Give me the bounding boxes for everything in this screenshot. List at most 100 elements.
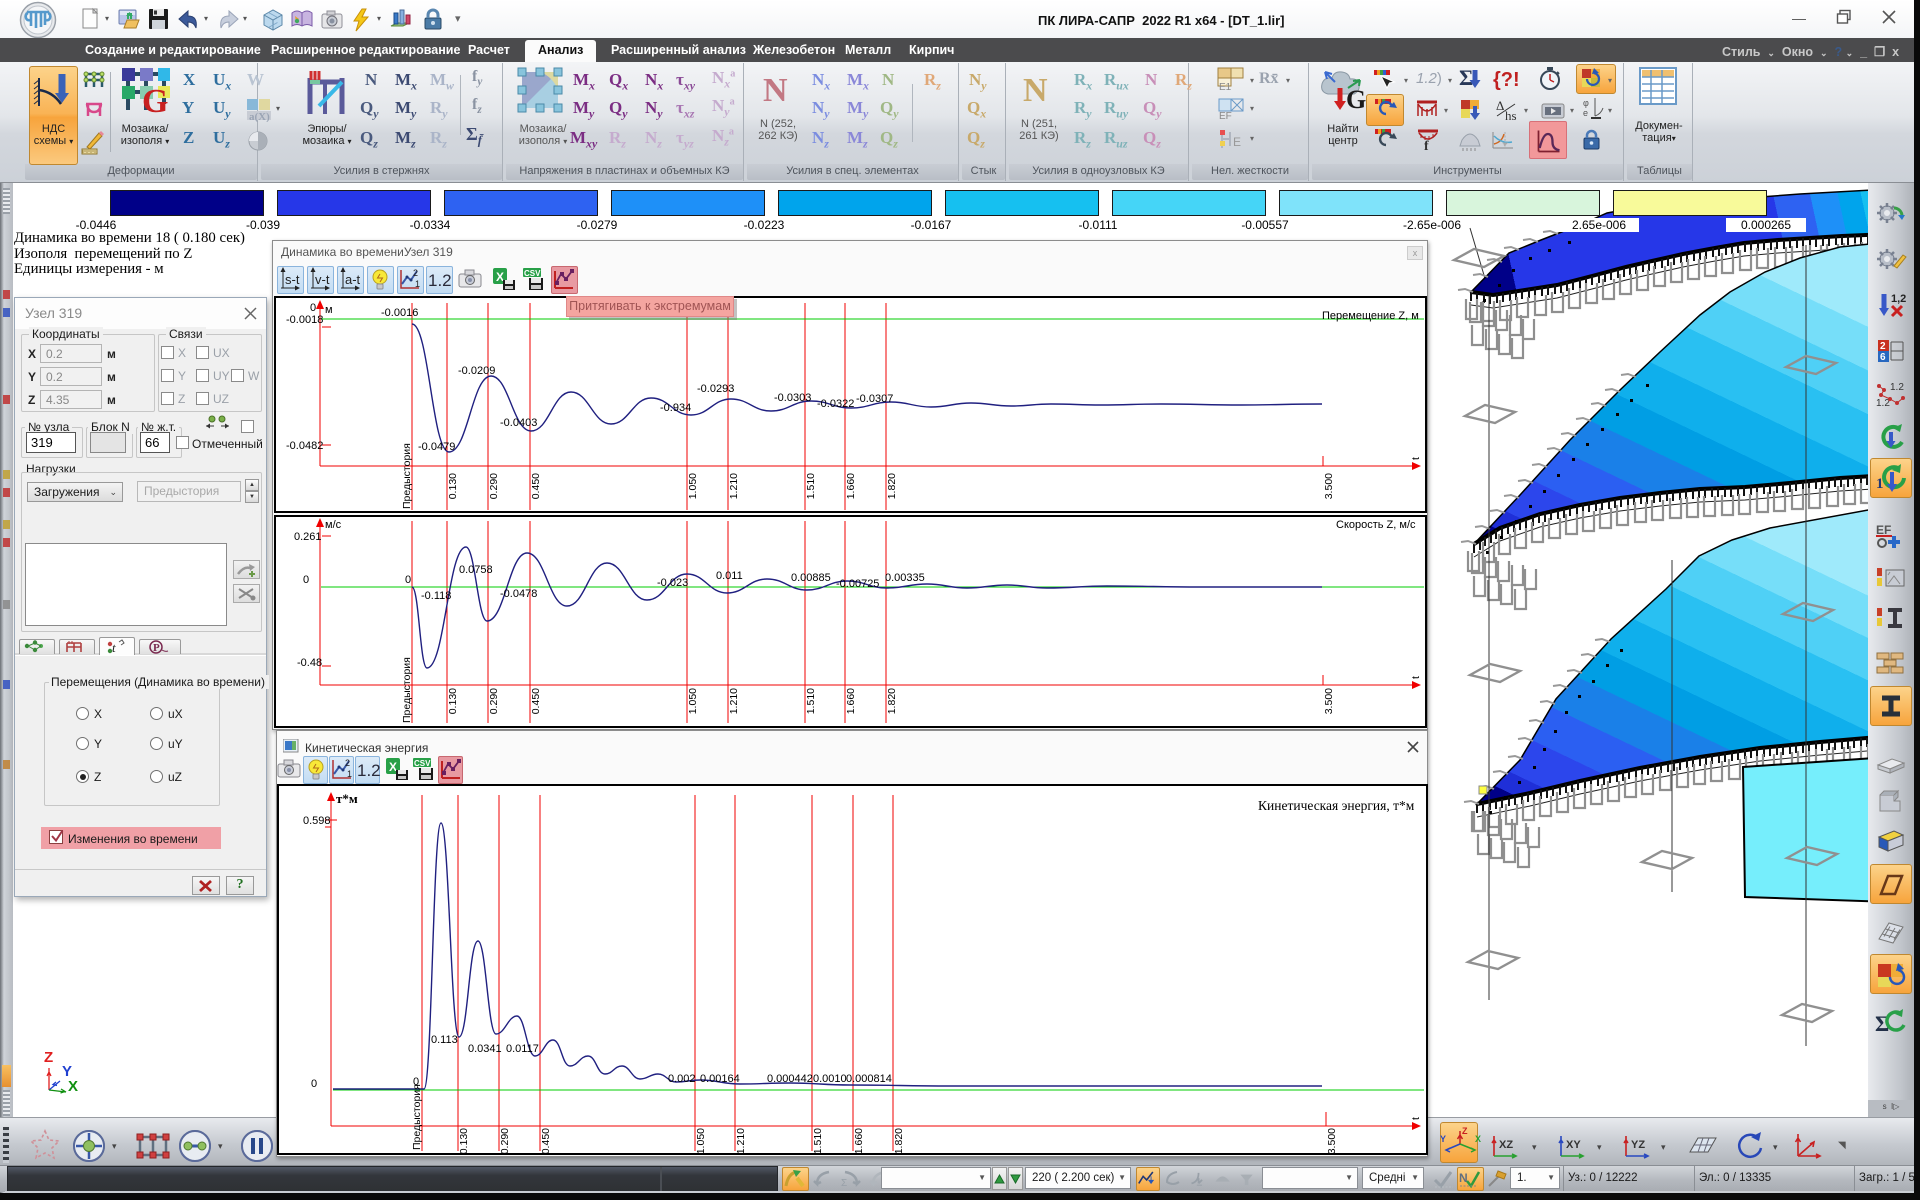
svg-text:0.002: 0.002	[668, 1073, 696, 1085]
svg-text:1.660: 1.660	[853, 1128, 865, 1153]
svg-text:Z: Z	[44, 1049, 53, 1066]
svg-text:0.0341: 0.0341	[468, 1043, 502, 1055]
svg-text:v-t: v-t	[315, 272, 330, 287]
svg-text:G: G	[1346, 85, 1366, 114]
svg-text:3.500: 3.500	[1326, 1128, 1338, 1153]
svg-text:0.113: 0.113	[431, 1034, 458, 1046]
svg-text:Предыстория: Предыстория	[411, 1084, 423, 1150]
svg-text:{?!}: {?!}	[1493, 69, 1520, 91]
svg-text:2: 2	[1880, 341, 1886, 352]
svg-text:0.130: 0.130	[447, 688, 459, 714]
svg-text:0.0758: 0.0758	[459, 564, 493, 576]
svg-text:Скорость Z, м/с: Скорость Z, м/с	[1336, 519, 1416, 531]
svg-text:1.2: 1.2	[1890, 382, 1904, 393]
svg-text:т*м: т*м	[336, 791, 358, 806]
svg-text:1,2: 1,2	[1891, 293, 1906, 305]
svg-text:Предыстория: Предыстория	[401, 657, 413, 723]
svg-text:Z: Z	[1462, 1126, 1468, 1136]
svg-text:м/с: м/с	[325, 519, 342, 531]
svg-text:0: 0	[303, 574, 309, 586]
svg-text:CSV: CSV	[414, 759, 431, 768]
svg-text:1: 1	[347, 769, 352, 779]
svg-text:s-t: s-t	[285, 272, 300, 287]
svg-text:e: e	[1583, 108, 1588, 118]
svg-text:1.2: 1.2	[428, 271, 452, 290]
svg-text:-0.0322: -0.0322	[817, 398, 854, 410]
svg-text:0.0117: 0.0117	[506, 1043, 539, 1055]
svg-text:1.050: 1.050	[687, 688, 699, 714]
svg-text:Σ: Σ	[1459, 66, 1473, 90]
svg-text:-0.023: -0.023	[657, 577, 688, 589]
svg-text:-0.0018: -0.0018	[286, 314, 323, 326]
svg-text:-0.48: -0.48	[297, 657, 322, 669]
svg-text:3.500: 3.500	[1323, 473, 1335, 499]
svg-text:0: 0	[405, 574, 411, 586]
svg-text:1.510: 1.510	[805, 473, 817, 499]
svg-text:0.290: 0.290	[488, 688, 500, 714]
svg-text:0.130: 0.130	[458, 1128, 470, 1153]
svg-text:Σ: Σ	[841, 1178, 847, 1189]
svg-text:Δ: Δ	[1496, 98, 1504, 113]
svg-text:f: f	[1424, 139, 1429, 152]
svg-text:hs: hs	[1505, 108, 1517, 122]
svg-text:1: 1	[415, 279, 420, 289]
svg-text:X: X	[1475, 1134, 1481, 1144]
svg-text:0.00885: 0.00885	[791, 572, 831, 584]
svg-text:0.011: 0.011	[716, 570, 743, 582]
svg-text:Кинетическая энергия, т*м: Кинетическая энергия, т*м	[1258, 798, 1415, 813]
svg-text:1.050: 1.050	[687, 473, 699, 499]
svg-text:X: X	[68, 1078, 78, 1095]
svg-text:2: 2	[345, 758, 350, 768]
svg-text:0.000814: 0.000814	[846, 1073, 892, 1085]
svg-text:-0.0307: -0.0307	[856, 393, 893, 405]
svg-text:0.261: 0.261	[294, 531, 322, 543]
svg-text:Y: Y	[1440, 1134, 1446, 1144]
svg-text:1.820: 1.820	[886, 473, 898, 499]
svg-text:1.660: 1.660	[845, 688, 857, 714]
svg-text:EF: EF	[1876, 523, 1891, 537]
svg-text:E1: E1	[1219, 82, 1232, 91]
svg-text:Перемещение Z, м: Перемещение Z, м	[1322, 310, 1419, 322]
svg-text:1.510: 1.510	[812, 1128, 824, 1153]
svg-text:a(X): a(X)	[249, 111, 270, 122]
svg-text:X: X	[389, 760, 397, 774]
svg-text:1.2: 1.2	[357, 761, 380, 780]
svg-text:0.000442: 0.000442	[767, 1073, 813, 1085]
svg-text:Предыстория: Предыстория	[401, 443, 413, 509]
svg-text:3.500: 3.500	[1323, 688, 1335, 714]
svg-text:φ: φ	[1583, 98, 1589, 108]
svg-text:м: м	[325, 304, 333, 316]
svg-text:0.0010: 0.0010	[813, 1073, 847, 1085]
svg-text:-0.118: -0.118	[421, 590, 451, 602]
svg-text:-0.0478: -0.0478	[500, 588, 537, 600]
svg-text:a-t: a-t	[345, 272, 361, 287]
svg-text:0.290: 0.290	[499, 1128, 511, 1153]
svg-text:E: E	[1233, 135, 1241, 149]
svg-text:6: 6	[1880, 352, 1886, 363]
svg-text:1.510: 1.510	[805, 688, 817, 714]
svg-text:t: t	[1410, 676, 1422, 679]
svg-text:-0.00725: -0.00725	[836, 578, 879, 590]
svg-text:0.290: 0.290	[488, 473, 500, 499]
svg-text:CSV: CSV	[524, 269, 541, 278]
svg-text:-0.0293: -0.0293	[697, 383, 734, 395]
svg-text:2: 2	[413, 268, 418, 278]
svg-text:t: t	[1410, 1117, 1422, 1120]
svg-text:-0.0479: -0.0479	[418, 441, 455, 453]
svg-text:1.050: 1.050	[695, 1128, 707, 1153]
svg-text:1.660: 1.660	[845, 473, 857, 499]
svg-text:XY: XY	[1566, 1139, 1581, 1151]
svg-text:X: X	[496, 270, 504, 284]
svg-text:YZ: YZ	[1631, 1139, 1645, 1151]
svg-text:XZ: XZ	[1499, 1139, 1513, 1151]
svg-text:G: G	[142, 83, 168, 118]
svg-text:-0.0303: -0.0303	[774, 392, 811, 404]
svg-text:0.00164: 0.00164	[700, 1073, 740, 1085]
svg-text:0.130: 0.130	[447, 473, 459, 499]
svg-text:1.210: 1.210	[735, 1128, 747, 1153]
svg-text:-0.0209: -0.0209	[458, 365, 495, 377]
svg-text:1.820: 1.820	[893, 1128, 905, 1153]
svg-text:P: P	[153, 642, 160, 654]
svg-text:1.210: 1.210	[728, 688, 740, 714]
svg-text:N: N	[1459, 1171, 1468, 1185]
